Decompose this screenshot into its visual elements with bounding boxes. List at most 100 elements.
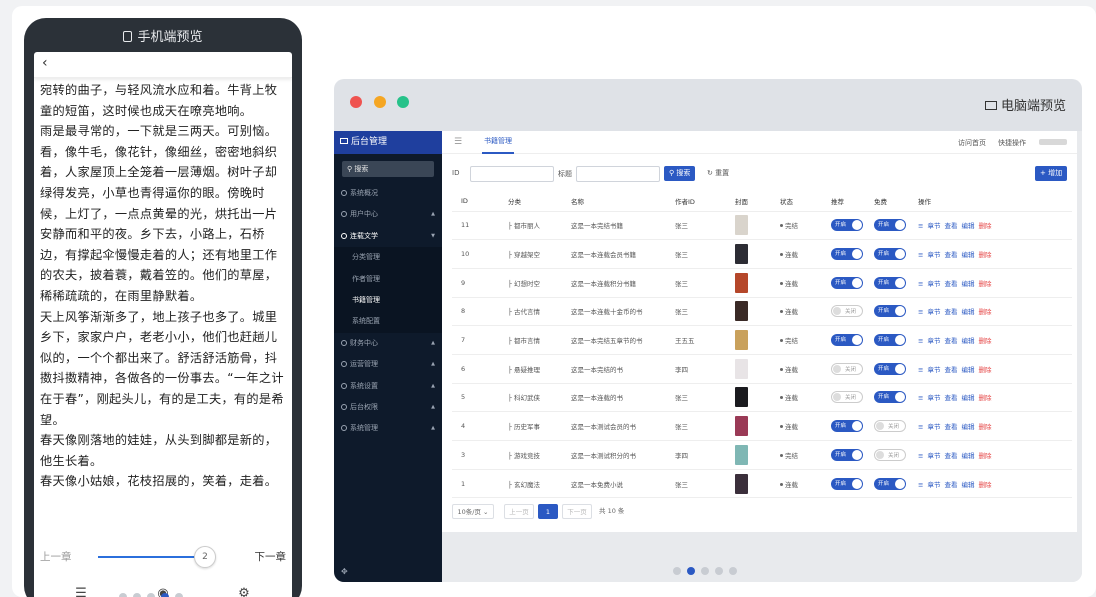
view-button[interactable]: 查看 <box>944 423 957 431</box>
chapter-slider-knob[interactable]: 2 <box>194 546 216 568</box>
edit-button[interactable]: 编辑 <box>961 337 974 345</box>
chapters-button[interactable]: 章节 <box>927 452 940 460</box>
sidebar-item-permissions[interactable]: 后台权限 ▲ <box>334 397 442 418</box>
delete-button[interactable]: 删除 <box>978 337 991 345</box>
carousel-dot[interactable] <box>701 567 709 575</box>
book-cover-image[interactable] <box>735 473 748 494</box>
page-1-button[interactable]: 1 <box>538 504 558 519</box>
view-button[interactable]: 查看 <box>944 251 957 259</box>
quick-action-link[interactable]: 快捷操作 <box>998 138 1026 148</box>
recommend-toggle[interactable]: 开启 <box>831 276 863 289</box>
settings-button[interactable]: ⚙设置 <box>224 586 264 597</box>
sidebar-subitem-author[interactable]: 作者管理 <box>334 269 442 290</box>
sidebar-item-operations[interactable]: 运营管理 ▲ <box>334 354 442 375</box>
recommend-toggle[interactable]: 开启 <box>831 477 863 490</box>
carousel-dot[interactable] <box>715 567 723 575</box>
sidebar-subitem-books[interactable]: 书籍管理 <box>334 290 442 311</box>
book-cover-image[interactable] <box>735 416 748 437</box>
recommend-toggle[interactable]: 开启 <box>831 420 863 433</box>
phone-next-arrow-icon[interactable]: › <box>255 309 269 343</box>
recommend-toggle[interactable]: 开启 <box>831 219 863 232</box>
col-recommend-header[interactable]: 推荐 <box>822 192 865 212</box>
free-toggle[interactable]: 开启 <box>874 477 906 490</box>
col-category-header[interactable]: 分类 <box>499 192 562 212</box>
sidebar-item-system-settings[interactable]: 系统设置 ▲ <box>334 376 442 397</box>
chapters-button[interactable]: 章节 <box>927 280 940 288</box>
book-cover-image[interactable] <box>735 358 748 379</box>
edit-button[interactable]: 编辑 <box>961 308 974 316</box>
view-button[interactable]: 查看 <box>944 452 957 460</box>
book-cover-image[interactable] <box>735 301 748 322</box>
book-cover-image[interactable] <box>735 244 748 265</box>
edit-button[interactable]: 编辑 <box>961 280 974 288</box>
hamburger-icon[interactable]: ☰ <box>454 137 462 147</box>
view-button[interactable]: 查看 <box>944 222 957 230</box>
recommend-toggle[interactable]: 关闭 <box>831 305 863 318</box>
chapters-button[interactable]: 章节 <box>927 222 940 230</box>
visit-home-link[interactable]: 访问首页 <box>958 138 986 148</box>
book-cover-image[interactable] <box>735 215 748 236</box>
free-toggle[interactable]: 开启 <box>874 391 906 404</box>
prev-chapter-button[interactable]: 上一章 <box>40 549 72 564</box>
delete-button[interactable]: 删除 <box>978 481 991 489</box>
delete-button[interactable]: 删除 <box>978 308 991 316</box>
move-icon[interactable]: ✥ <box>341 567 348 576</box>
carousel-dot-active[interactable] <box>687 567 695 575</box>
carousel-dot[interactable] <box>729 567 737 575</box>
carousel-dot-active[interactable] <box>161 593 169 597</box>
sidebar-item-literature[interactable]: 连载文学 ▼ <box>334 226 442 247</box>
chapters-button[interactable]: 章节 <box>927 308 940 316</box>
next-page-button[interactable]: 下一页 <box>562 504 592 519</box>
delete-button[interactable]: 删除 <box>978 222 991 230</box>
view-button[interactable]: 查看 <box>944 394 957 402</box>
view-button[interactable]: 查看 <box>944 337 957 345</box>
delete-button[interactable]: 删除 <box>978 423 991 431</box>
delete-button[interactable]: 删除 <box>978 366 991 374</box>
delete-button[interactable]: 删除 <box>978 452 991 460</box>
chapters-button[interactable]: 章节 <box>927 481 940 489</box>
recommend-toggle[interactable]: 开启 <box>831 248 863 261</box>
next-chapter-button[interactable]: 下一章 <box>255 549 287 564</box>
edit-button[interactable]: 编辑 <box>961 251 974 259</box>
recommend-toggle[interactable]: 开启 <box>831 448 863 461</box>
page-size-select[interactable]: 10条/页 ⌄ <box>452 504 494 519</box>
free-toggle[interactable]: 开启 <box>874 305 906 318</box>
sidebar-item-overview[interactable]: 系统概况 <box>334 183 442 204</box>
carousel-dot[interactable] <box>133 593 141 597</box>
recommend-toggle[interactable]: 关闭 <box>831 362 863 375</box>
delete-button[interactable]: 删除 <box>978 251 991 259</box>
delete-button[interactable]: 删除 <box>978 280 991 288</box>
edit-button[interactable]: 编辑 <box>961 394 974 402</box>
col-free-header[interactable]: 免费 <box>865 192 909 212</box>
free-toggle[interactable]: 开启 <box>874 334 906 347</box>
back-icon[interactable]: ‹ <box>42 55 48 71</box>
col-cover-header[interactable]: 封面 <box>726 192 771 212</box>
book-cover-image[interactable] <box>735 330 748 351</box>
chapters-button[interactable]: 章节 <box>927 366 940 374</box>
user-avatar[interactable] <box>1039 139 1067 145</box>
title-filter-input[interactable] <box>576 166 660 182</box>
chapters-button[interactable]: 章节 <box>927 423 940 431</box>
delete-button[interactable]: 删除 <box>978 394 991 402</box>
chapters-button[interactable]: 章节 <box>927 251 940 259</box>
edit-button[interactable]: 编辑 <box>961 452 974 460</box>
carousel-dot[interactable] <box>119 593 127 597</box>
edit-button[interactable]: 编辑 <box>961 366 974 374</box>
col-id-header[interactable]: ID <box>452 192 499 212</box>
view-button[interactable]: 查看 <box>944 280 957 288</box>
sidebar-item-users[interactable]: 用户中心 ▲ <box>334 204 442 225</box>
free-toggle[interactable]: 关闭 <box>874 420 906 433</box>
sidebar-item-finance[interactable]: 财务中心 ▲ <box>334 333 442 354</box>
sidebar-search-input[interactable]: ⚲ 搜索 <box>342 161 434 177</box>
col-actions-header[interactable]: 操作 <box>909 192 1072 212</box>
book-cover-image[interactable] <box>735 272 748 293</box>
col-status-header[interactable]: 状态 <box>771 192 822 212</box>
sidebar-item-system-admin[interactable]: 系统管理 ▲ <box>334 418 442 439</box>
edit-button[interactable]: 编辑 <box>961 222 974 230</box>
col-author-header[interactable]: 作者ID <box>666 192 726 212</box>
tab-books[interactable]: 书籍管理 <box>482 131 514 154</box>
free-toggle[interactable]: 开启 <box>874 248 906 261</box>
toc-button[interactable]: ☰目录 <box>61 586 101 597</box>
chapters-button[interactable]: 章节 <box>927 394 940 402</box>
carousel-dot[interactable] <box>673 567 681 575</box>
